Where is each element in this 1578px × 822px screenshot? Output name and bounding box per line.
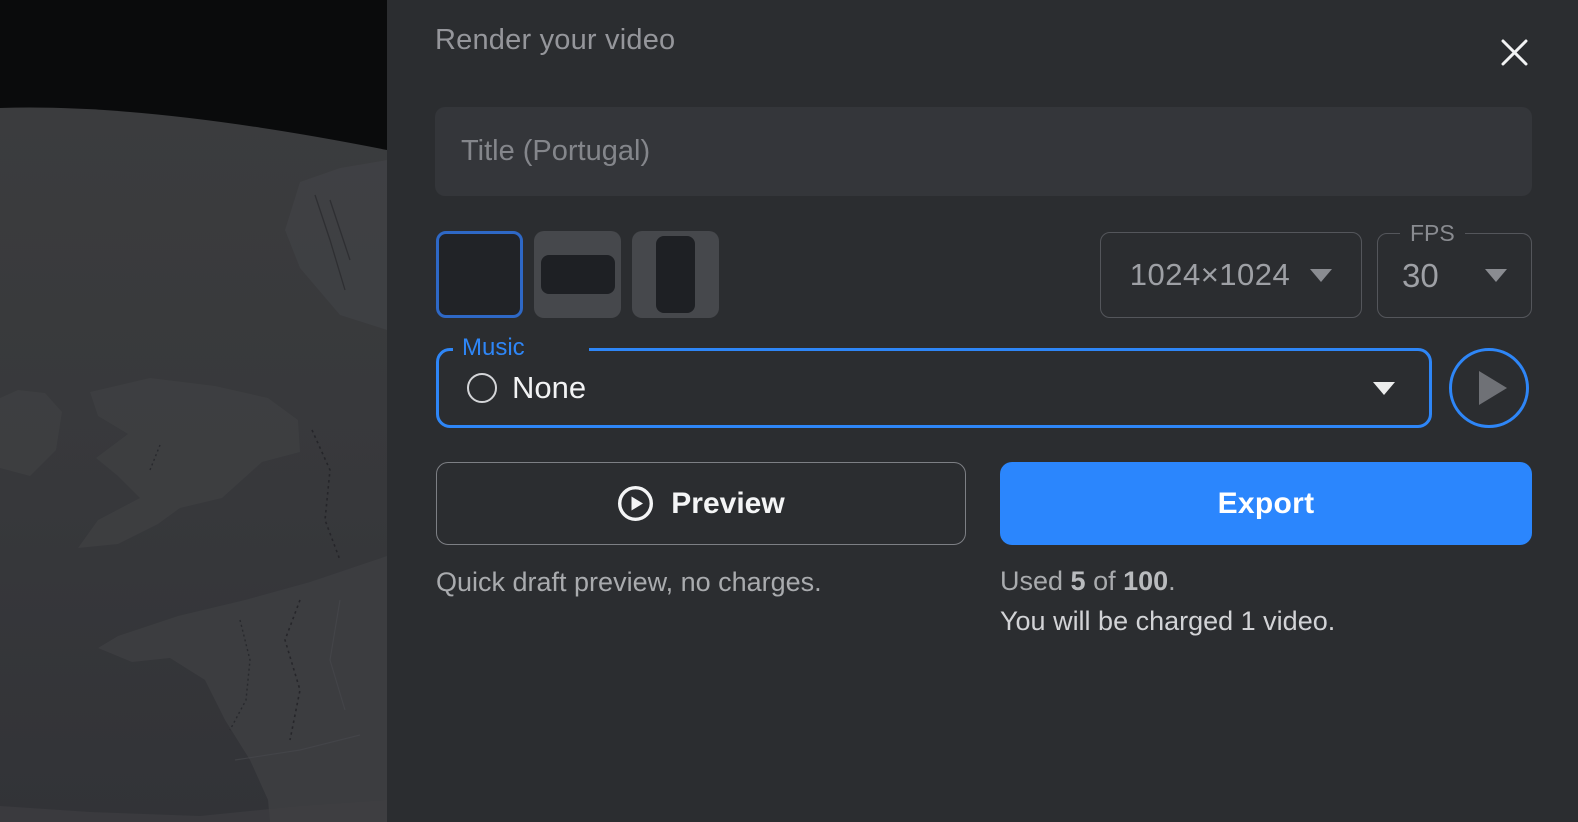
- video-title-input[interactable]: [435, 107, 1532, 196]
- none-circle-icon: [467, 373, 497, 403]
- resolution-select[interactable]: 1024×1024: [1100, 232, 1362, 318]
- play-circle-icon: [618, 485, 654, 522]
- portrait-shape-icon: [656, 236, 695, 313]
- usage-suffix: .: [1168, 566, 1176, 596]
- usage-text: Used 5 of 100.: [1000, 566, 1176, 597]
- music-value: None: [512, 370, 587, 405]
- chevron-down-icon: [1373, 381, 1395, 395]
- fps-value: 30: [1402, 256, 1439, 294]
- music-label: Music: [453, 334, 589, 363]
- play-icon: [1479, 371, 1507, 405]
- resolution-value: 1024×1024: [1129, 257, 1291, 292]
- music-select[interactable]: Music None: [436, 334, 1432, 428]
- usage-total-count: 100: [1123, 566, 1169, 596]
- preview-button-label: Preview: [671, 486, 785, 520]
- aspect-landscape-button[interactable]: [534, 231, 621, 318]
- aspect-portrait-button[interactable]: [632, 231, 719, 318]
- preview-button[interactable]: Preview: [436, 462, 966, 545]
- world-map-art: [0, 0, 387, 822]
- chevron-down-icon: [1485, 269, 1507, 282]
- chevron-down-icon: [1310, 268, 1333, 282]
- render-video-modal: Render your video 1024×1024 FPS 30: [387, 0, 1578, 822]
- usage-middle: of: [1085, 566, 1124, 596]
- usage-prefix: Used: [1000, 566, 1071, 596]
- music-play-button[interactable]: [1449, 348, 1529, 428]
- preview-hint-text: Quick draft preview, no charges.: [436, 567, 822, 597]
- close-button[interactable]: [1496, 34, 1532, 70]
- charge-note-text: You will be charged 1 video.: [1000, 606, 1336, 636]
- modal-title: Render your video: [435, 24, 676, 56]
- fps-label: FPS: [1400, 220, 1465, 247]
- aspect-square-button[interactable]: [436, 231, 523, 318]
- landscape-shape-icon: [540, 255, 615, 294]
- world-map-background: [0, 0, 387, 822]
- usage-used-count: 5: [1070, 566, 1086, 596]
- fps-select[interactable]: FPS 30: [1377, 220, 1532, 318]
- export-button[interactable]: Export: [1000, 462, 1532, 545]
- render-dialog-screen: Render your video 1024×1024 FPS 30: [0, 0, 1578, 822]
- export-button-label: Export: [1217, 486, 1315, 520]
- close-icon: [1501, 39, 1527, 65]
